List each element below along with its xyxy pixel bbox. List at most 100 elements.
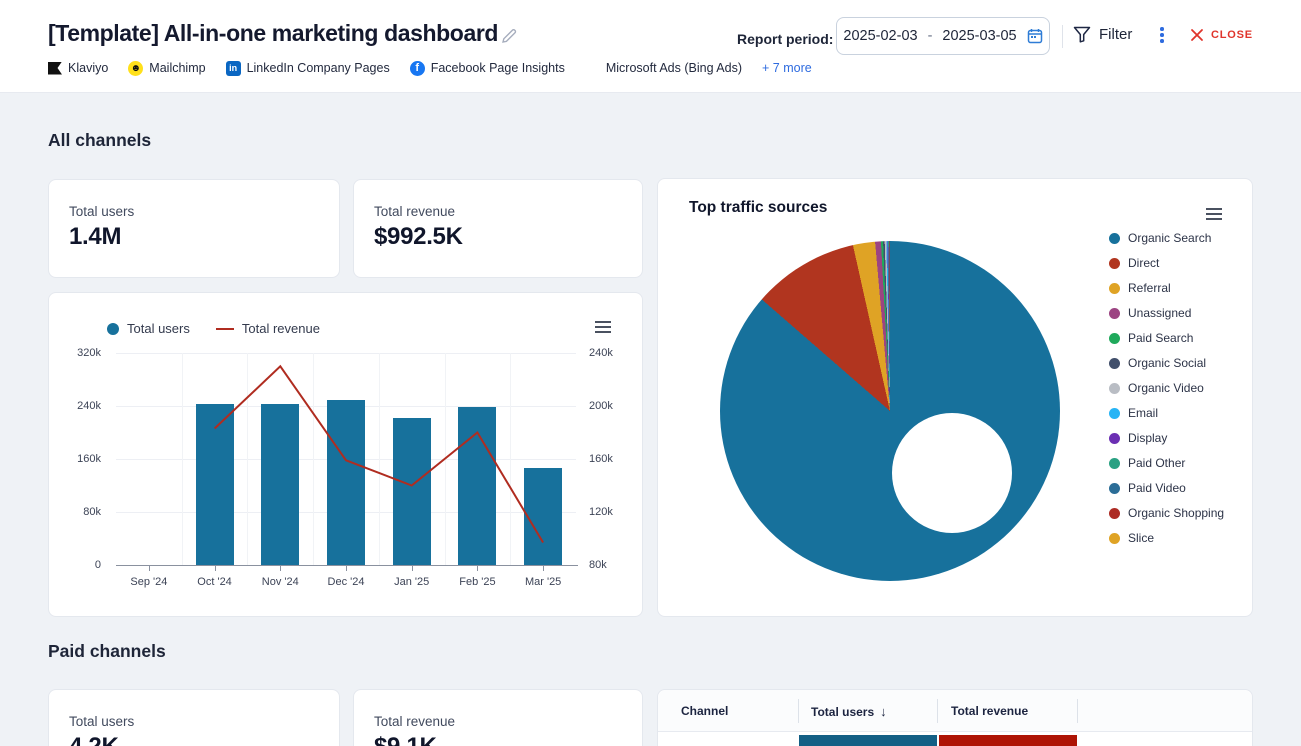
legend-item-total-users[interactable]: Total users xyxy=(107,321,190,336)
legend-label: Display xyxy=(1128,431,1167,445)
donut-legend-item[interactable]: Paid Video xyxy=(1109,482,1224,494)
donut-legend-item[interactable]: Organic Video xyxy=(1109,382,1224,394)
right-axis-tick: 160k xyxy=(589,453,639,465)
legend-label: Unassigned xyxy=(1128,306,1191,320)
left-axis-tick: 240k xyxy=(49,400,101,412)
donut-legend-item[interactable]: Display xyxy=(1109,432,1224,444)
legend-label: Direct xyxy=(1128,256,1159,270)
calendar-icon xyxy=(1027,28,1043,44)
close-x-icon xyxy=(1190,28,1204,42)
kpi-value: $9.1K xyxy=(374,733,437,746)
left-axis-tick: 320k xyxy=(49,347,101,359)
legend-label: Organic Shopping xyxy=(1128,506,1224,520)
donut-legend-item[interactable]: Organic Search xyxy=(1109,232,1224,244)
legend-item-total-revenue[interactable]: Total revenue xyxy=(216,321,320,336)
source-badge-facebook[interactable]: fFacebook Page Insights xyxy=(410,61,565,76)
table-row-revenue-bar[interactable] xyxy=(939,735,1077,746)
legend-color-dot xyxy=(1109,233,1120,244)
combo-chart-legend: Total users Total revenue xyxy=(107,321,320,336)
legend-color-dot xyxy=(1109,358,1120,369)
filter-label: Filter xyxy=(1099,26,1132,43)
source-badge-klaviyo[interactable]: Klaviyo xyxy=(48,61,108,75)
source-name: LinkedIn Company Pages xyxy=(247,61,390,75)
klaviyo-icon xyxy=(48,62,62,75)
x-axis-label: Jan '25 xyxy=(380,576,444,588)
x-axis-label: Sep '24 xyxy=(117,576,181,588)
donut-legend-item[interactable]: Paid Search xyxy=(1109,332,1224,344)
donut-legend-item[interactable]: Email xyxy=(1109,407,1224,419)
kpi-label: Total revenue xyxy=(374,714,455,729)
kpi-label: Total revenue xyxy=(374,204,455,219)
table-row-users-bar[interactable] xyxy=(799,735,937,746)
legend-color-dot xyxy=(1109,258,1120,269)
legend-color-dot xyxy=(1109,333,1120,344)
close-button[interactable]: CLOSE xyxy=(1190,28,1253,42)
traffic-sources-donut[interactable] xyxy=(720,241,1060,581)
legend-color-dot xyxy=(1109,283,1120,294)
more-sources-link[interactable]: + 7 more xyxy=(762,61,812,75)
legend-color-dot xyxy=(1109,458,1120,469)
source-badge-mailchimp[interactable]: ☻ Mailchimp xyxy=(128,61,205,76)
x-axis-line xyxy=(116,565,578,566)
page-title: [Template] All-in-one marketing dashboar… xyxy=(48,20,498,47)
linkedin-icon: in xyxy=(226,61,241,76)
x-axis-label: Oct '24 xyxy=(183,576,247,588)
line-total-revenue[interactable] xyxy=(116,353,576,565)
donut-legend-item[interactable]: Unassigned xyxy=(1109,307,1224,319)
legend-color-dot xyxy=(1109,533,1120,544)
header-bar: [Template] All-in-one marketing dashboar… xyxy=(0,0,1301,93)
chart-menu-icon[interactable] xyxy=(1206,208,1222,220)
report-period-label: Report period: xyxy=(737,31,833,47)
source-name: Facebook Page Insights xyxy=(431,61,565,75)
edit-title-icon[interactable] xyxy=(500,27,518,45)
source-name: Microsoft Ads (Bing Ads) xyxy=(606,61,742,75)
users-revenue-chart-card: Total users Total revenue 320k240k160k80… xyxy=(48,292,643,617)
right-axis-tick: 120k xyxy=(589,506,639,518)
legend-color-dot xyxy=(1109,408,1120,419)
column-header-total-users[interactable]: Total users ↓ xyxy=(811,704,887,719)
legend-label: Organic Search xyxy=(1128,231,1211,245)
header-divider xyxy=(1062,25,1063,48)
donut-legend-item[interactable]: Paid Other xyxy=(1109,457,1224,469)
kpi-card-paid-total-revenue: Total revenue $9.1K xyxy=(353,689,643,746)
kpi-label: Total users xyxy=(69,204,134,219)
legend-color-dot xyxy=(1109,483,1120,494)
date-range-picker[interactable]: 2025-02-03 - 2025-03-05 xyxy=(836,17,1050,55)
right-axis-tick: 240k xyxy=(589,347,639,359)
kpi-value: $992.5K xyxy=(374,223,463,251)
legend-label: Email xyxy=(1128,406,1158,420)
legend-color-dot xyxy=(1109,308,1120,319)
x-axis-label: Feb '25 xyxy=(445,576,509,588)
microsoft-icon xyxy=(585,61,600,76)
donut-legend-item[interactable]: Organic Social xyxy=(1109,357,1224,369)
kpi-value: 1.4M xyxy=(69,223,121,251)
legend-color-dot xyxy=(1109,433,1120,444)
kpi-card-total-users: Total users 1.4M xyxy=(48,179,340,278)
filter-button[interactable]: Filter xyxy=(1073,26,1132,43)
legend-label: Paid Search xyxy=(1128,331,1193,345)
donut-legend-item[interactable]: Referral xyxy=(1109,282,1224,294)
source-badge-microsoft[interactable]: Microsoft Ads (Bing Ads) xyxy=(585,61,742,76)
kpi-label: Total users xyxy=(69,714,134,729)
source-name: Mailchimp xyxy=(149,61,205,75)
column-header-total-revenue[interactable]: Total revenue xyxy=(951,704,1028,718)
donut-legend-item[interactable]: Organic Shopping xyxy=(1109,507,1224,519)
donut-legend-item[interactable]: Slice xyxy=(1109,532,1224,544)
column-header-channel[interactable]: Channel xyxy=(681,704,728,718)
date-separator: - xyxy=(928,28,933,44)
chart-menu-icon[interactable] xyxy=(595,321,611,333)
source-badge-linkedin[interactable]: in LinkedIn Company Pages xyxy=(226,61,390,76)
donut-chart-title: Top traffic sources xyxy=(689,199,827,217)
legend-color-dot xyxy=(1109,508,1120,519)
legend-line-swatch xyxy=(216,328,234,330)
more-options-kebab[interactable] xyxy=(1155,27,1169,47)
x-axis-label: Mar '25 xyxy=(511,576,575,588)
legend-color-dot xyxy=(107,323,119,335)
close-label: CLOSE xyxy=(1211,29,1253,41)
donut-legend-item[interactable]: Direct xyxy=(1109,257,1224,269)
left-axis-tick: 160k xyxy=(49,453,101,465)
filter-funnel-icon xyxy=(1073,26,1091,43)
legend-label: Organic Video xyxy=(1128,381,1204,395)
mailchimp-icon: ☻ xyxy=(128,61,143,76)
legend-label: Slice xyxy=(1128,531,1154,545)
